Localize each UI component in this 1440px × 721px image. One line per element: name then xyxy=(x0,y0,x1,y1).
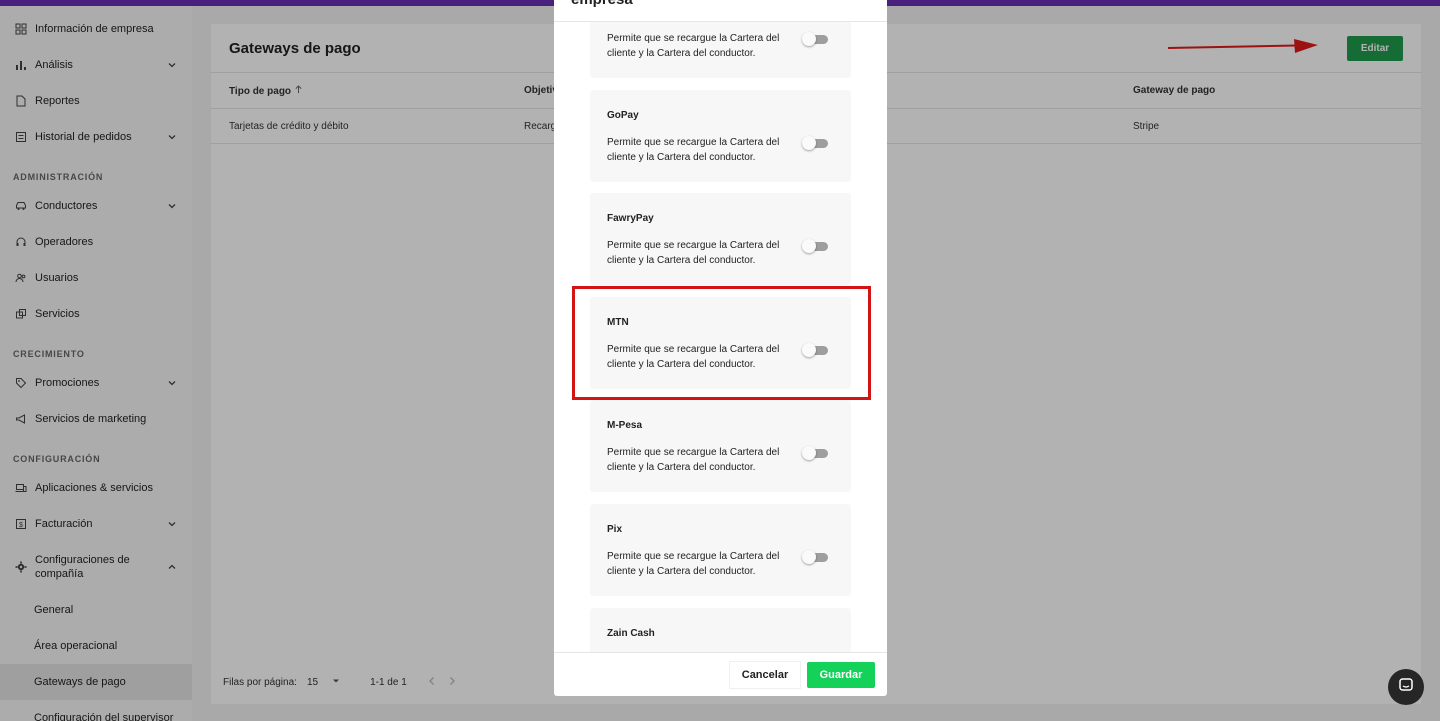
cancel-button[interactable]: Cancelar xyxy=(730,662,800,688)
payment-method-name: FawryPay xyxy=(607,213,654,224)
payment-method-name: M-Pesa xyxy=(607,420,643,431)
modal-header: empresa xyxy=(554,0,887,22)
modal-title: empresa xyxy=(571,0,633,8)
payment-method-name: Pix xyxy=(607,524,623,535)
chat-launcher-button[interactable] xyxy=(1388,669,1424,705)
payment-method-card: Permite que se recargue la Cartera del c… xyxy=(590,22,851,78)
payment-method-description: Permite que se recargue la Cartera del c… xyxy=(607,240,780,266)
payment-method-description: Permite que se recargue la Cartera del c… xyxy=(607,447,780,473)
modal-footer: Cancelar Guardar xyxy=(554,652,887,696)
payment-method-card-mpesa: M-Pesa Permite que se recargue la Carter… xyxy=(590,400,851,492)
payment-method-description: Permite que se recargue la Cartera del c… xyxy=(607,137,780,163)
payment-method-description: Permite que se recargue la Cartera del c… xyxy=(607,33,780,59)
payment-method-card-zaincash: Zain Cash xyxy=(590,608,851,652)
wallet-topup-toggle[interactable] xyxy=(802,446,830,460)
wallet-topup-toggle[interactable] xyxy=(802,32,830,46)
payment-method-card-gopay: GoPay Permite que se recargue la Cartera… xyxy=(590,90,851,182)
payment-method-card-fawrypay: FawryPay Permite que se recargue la Cart… xyxy=(590,193,851,285)
payment-method-description: Permite que se recargue la Cartera del c… xyxy=(607,551,780,577)
payment-method-card-pix: Pix Permite que se recargue la Cartera d… xyxy=(590,504,851,596)
wallet-topup-toggle[interactable] xyxy=(802,550,830,564)
wallet-topup-toggle[interactable] xyxy=(802,239,830,253)
payment-method-name: Zain Cash xyxy=(607,628,655,639)
save-button[interactable]: Guardar xyxy=(807,662,875,688)
annotation-highlight-box xyxy=(572,286,871,400)
wallet-topup-toggle[interactable] xyxy=(802,136,830,150)
chat-icon xyxy=(1398,677,1414,698)
payment-method-name: GoPay xyxy=(607,110,639,121)
